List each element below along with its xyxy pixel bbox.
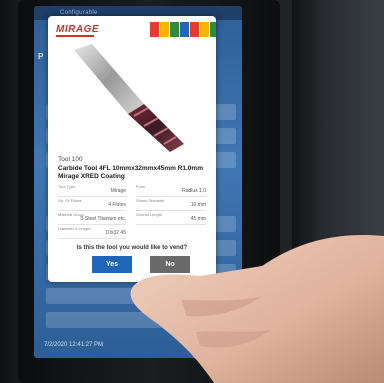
spec-material-group: Material Group S Steel Titanium etc.: [58, 212, 126, 225]
spec-shank-diameter: Shank Diameter 10 mm: [136, 198, 206, 211]
spec-tool-type: Tool Type Mirage: [58, 184, 126, 197]
spec-value: 10 mm: [190, 202, 206, 208]
photo-scene: Configurable P 7/2/2020 12:41:27 PM MIRA…: [0, 0, 384, 383]
end-mill-image: [74, 44, 184, 152]
tool-description: Carbide Tool 4FL 10mmx32mmx45mm R1.0mm M…: [58, 165, 203, 180]
spec-value: 4 Flutes: [108, 202, 126, 208]
spec-form: Form Radius 1.0: [136, 184, 206, 197]
spec-value: Radius 1.0: [182, 188, 206, 194]
spec-value: Mirage: [110, 188, 126, 194]
spec-label: No. Of Flutes: [58, 198, 82, 203]
mirage-logo: MIRAGE: [56, 24, 99, 35]
spec-diameter-length: Diameter x Length 10x32 45: [58, 226, 126, 239]
tool-number: Tool 100: [58, 156, 83, 163]
spec-value: S Steel Titanium etc.: [80, 216, 126, 222]
timestamp: 7/2/2020 12:41:27 PM: [44, 342, 104, 348]
mirage-logo-underline: [56, 35, 94, 37]
spec-label: Diameter x Length: [58, 226, 91, 231]
vend-confirm-dialog: MIRAGE Tool 100 Carbide Tool 4FL 10mmx32…: [48, 16, 216, 282]
spec-label: Form: [136, 184, 146, 189]
spec-label: Shank Diameter: [136, 198, 165, 203]
spec-overall-length: Overall Length 45 mm: [136, 212, 206, 225]
spec-label: Tool Type: [58, 184, 76, 189]
spec-flutes: No. Of Flutes 4 Flutes: [58, 198, 126, 211]
spec-value: 10x32 45: [105, 230, 126, 236]
vendor-logo: [150, 22, 216, 37]
spec-value: 45 mm: [190, 216, 206, 222]
spec-label: Overall Length: [136, 212, 163, 217]
no-button[interactable]: No: [150, 256, 190, 273]
vend-question: Is this the tool you would like to vend?: [76, 245, 188, 251]
list-row[interactable]: [46, 288, 236, 304]
list-row[interactable]: [46, 312, 236, 328]
machine-housing: [292, 0, 384, 383]
yes-button[interactable]: Yes: [92, 256, 132, 273]
